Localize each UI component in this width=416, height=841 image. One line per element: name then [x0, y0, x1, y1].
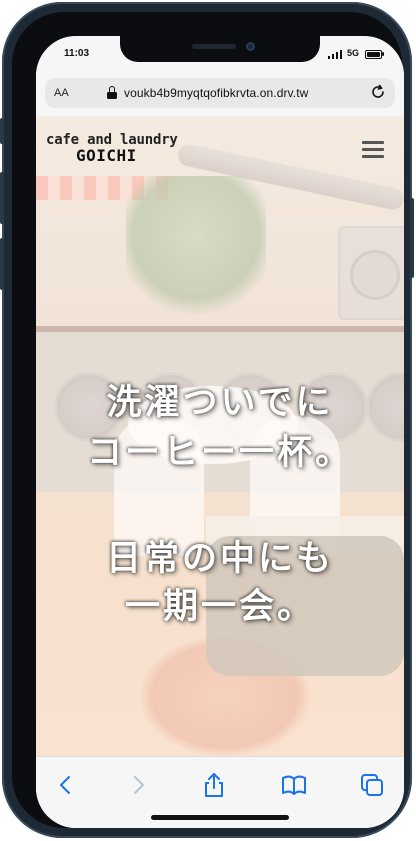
tabs-icon[interactable] [358, 771, 386, 799]
hero-line-3: 日常の中にも [105, 539, 334, 579]
signal-icon [328, 50, 342, 59]
hero-line-1: 洗濯ついでに [106, 383, 334, 423]
status-bar: 11:03 5G [36, 36, 404, 76]
volume-down-button [0, 238, 4, 290]
network-type: 5G [347, 48, 360, 58]
home-indicator[interactable] [151, 815, 289, 820]
screen: 11:03 5G AA voukb4b9myqtqofibkrvta.on.dr… [36, 36, 404, 828]
silent-switch [0, 118, 4, 144]
url-field[interactable]: AA voukb4b9myqtqofibkrvta.on.drv.tw [45, 78, 395, 108]
share-icon[interactable] [200, 771, 228, 799]
front-camera [246, 42, 255, 51]
lock-icon [107, 86, 117, 99]
browser-address-bar: AA voukb4b9myqtqofibkrvta.on.drv.tw [36, 76, 404, 117]
power-button [410, 198, 414, 278]
back-arrow-icon[interactable] [52, 771, 80, 799]
bookmarks-icon[interactable] [280, 771, 308, 799]
phone-bezel: 11:03 5G AA voukb4b9myqtqofibkrvta.on.dr… [12, 12, 404, 828]
hero-section: cafe and laundry GOICHI 洗濯ついでに コーヒー一杯。 日… [36, 116, 404, 756]
hamburger-menu-icon[interactable] [362, 141, 384, 158]
reload-icon[interactable] [370, 84, 386, 100]
hero-line-2: コーヒー一杯。 [86, 433, 353, 473]
notch [120, 36, 320, 62]
battery-icon [365, 50, 382, 59]
battery-cap [382, 52, 384, 56]
phone-frame: 11:03 5G AA voukb4b9myqtqofibkrvta.on.dr… [0, 2, 414, 838]
url-text[interactable]: voukb4b9myqtqofibkrvta.on.drv.tw [124, 86, 308, 100]
site-logo[interactable]: cafe and laundry GOICHI [46, 132, 216, 165]
text-size-button[interactable]: AA [54, 87, 69, 99]
logo-name: GOICHI [76, 146, 137, 165]
speaker [192, 44, 236, 49]
status-time: 11:03 [64, 48, 90, 59]
hero-line-4: 一期一会。 [124, 587, 315, 627]
volume-up-button [0, 172, 4, 224]
browser-toolbar [36, 756, 404, 828]
forward-arrow-icon[interactable] [124, 771, 152, 799]
